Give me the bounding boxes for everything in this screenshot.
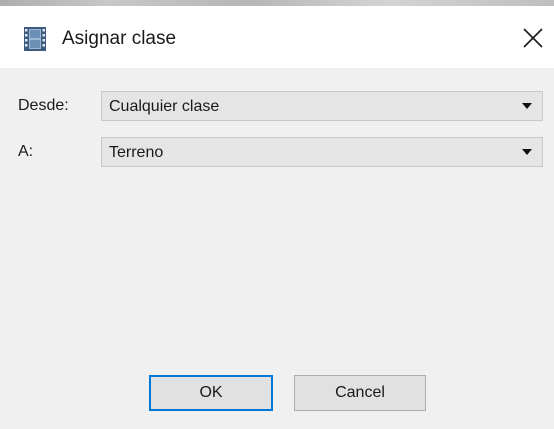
to-class-dropdown[interactable]: Terreno <box>101 137 543 167</box>
film-icon <box>24 27 46 51</box>
to-label: A: <box>18 143 34 160</box>
from-class-value: Cualquier clase <box>109 98 220 115</box>
chevron-down-icon <box>522 103 532 109</box>
assign-class-dialog: Asignar clase Desde: Cualquier clase A: … <box>0 0 554 429</box>
chevron-down-icon <box>522 149 532 155</box>
dialog-title: Asignar clase <box>62 28 177 49</box>
to-class-value: Terreno <box>109 144 164 161</box>
dialog-body: Desde: Cualquier clase A: Terreno OK Can… <box>0 68 554 429</box>
close-icon[interactable] <box>518 22 548 54</box>
ok-button[interactable]: OK <box>149 375 273 411</box>
title-bar: Asignar clase <box>0 6 554 68</box>
from-label: Desde: <box>18 97 69 114</box>
cancel-button[interactable]: Cancel <box>294 375 426 411</box>
from-class-dropdown[interactable]: Cualquier clase <box>101 91 543 121</box>
